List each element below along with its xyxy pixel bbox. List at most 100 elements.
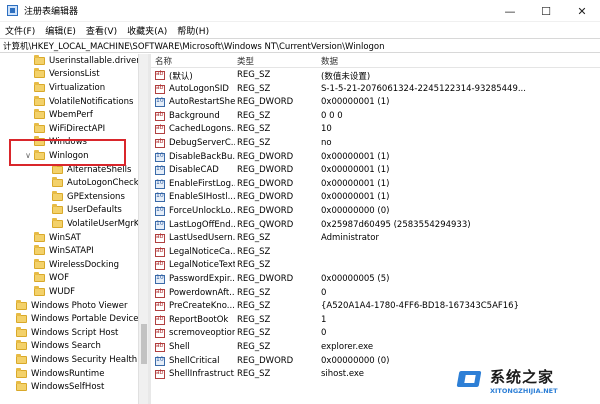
tree-item[interactable]: WinSATAPI <box>24 244 94 258</box>
column-type[interactable]: 类型 <box>237 55 254 67</box>
binary-value-icon <box>155 179 165 189</box>
tree-item-label: Windows Photo Viewer <box>31 300 128 311</box>
value-type: REG_SZ <box>237 369 271 380</box>
menu-file[interactable]: 文件(F) <box>0 24 40 37</box>
tree-item-label: WinSATAPI <box>49 246 94 257</box>
tree-item[interactable]: GPExtensions <box>42 190 125 204</box>
tree-item[interactable]: Windows Portable Devices <box>6 312 138 326</box>
folder-icon <box>16 326 27 337</box>
value-row[interactable]: DisableBackBu...REG_DWORD 0x00000001 (1) <box>151 151 600 165</box>
value-row[interactable]: DebugServerC...REG_SZ no <box>151 137 600 151</box>
value-row[interactable]: scremoveoptionREG_SZ 0 <box>151 327 600 341</box>
tree-item-label: WOF <box>49 273 69 284</box>
tree-item[interactable]: WbemPerf <box>24 108 93 122</box>
window-title: 注册表编辑器 <box>24 7 79 17</box>
minimize-button[interactable]: — <box>492 0 528 22</box>
value-name: DebugServerC... <box>169 138 235 148</box>
tree-item[interactable]: WiFiDirectAPI <box>24 122 105 136</box>
value-row[interactable]: AutoRestartShellREG_DWORD 0x00000001 (1) <box>151 96 600 110</box>
tree-item[interactable]: Userinstallable.driver <box>24 54 138 68</box>
value-row[interactable]: Background REG_SZ 0 0 0 <box>151 110 600 124</box>
value-name: (默认) <box>169 72 193 82</box>
value-row[interactable]: EnableFirstLog...REG_DWORD 0x00000001 (1) <box>151 178 600 192</box>
tree-item-label: AlternateShells <box>67 164 132 175</box>
value-row[interactable]: PasswordExpir...REG_DWORD 0x00000005 (5) <box>151 273 600 287</box>
value-row[interactable]: (默认) REG_SZ (数值未设置) <box>151 69 600 83</box>
menu-help[interactable]: 帮助(H) <box>172 24 214 37</box>
tree-item[interactable]: WinSAT <box>24 231 81 245</box>
scrollbar-thumb[interactable] <box>141 324 147 364</box>
value-row[interactable]: LegalNoticeTextREG_SZ <box>151 259 600 273</box>
tree-item[interactable]: Windows Photo Viewer <box>6 299 128 313</box>
address-path: 计算机\HKEY_LOCAL_MACHINE\SOFTWARE\Microsof… <box>3 41 385 52</box>
column-name[interactable]: 名称 <box>155 55 172 67</box>
string-value-icon <box>155 369 165 380</box>
watermark: 系统之家 XITONGZHIJIA.NET <box>452 356 600 404</box>
values-list: 名称 类型 数据 (默认) REG_SZ (数值未设置) AutoLogonSID RE… <box>151 54 600 404</box>
tree-item-label: Windows Search <box>31 341 101 352</box>
value-row[interactable]: CachedLogons...REG_SZ 10 <box>151 123 600 137</box>
value-data: {A520A1A4-1780-4FF6-BD18-167343C5AF16} <box>321 301 519 312</box>
value-type: REG_SZ <box>237 342 271 352</box>
value-row[interactable]: ReportBootOk REG_SZ 1 <box>151 314 600 328</box>
value-row[interactable]: Shell REG_SZ explorer.exe <box>151 341 600 355</box>
tree-item[interactable]: WirelessDocking <box>24 258 119 272</box>
value-name: AutoLogonSID <box>169 83 229 94</box>
tree-item[interactable]: UserDefaults <box>42 204 122 218</box>
value-data: 0x00000001 (1) <box>321 151 390 162</box>
folder-icon <box>34 68 45 79</box>
value-row[interactable]: LastLogOffEnd...REG_QWORD 0x25987d60495 (… <box>151 219 600 233</box>
value-name: AutoRestartShell <box>169 97 235 108</box>
tree-item-label: Windows Portable Devices <box>31 314 138 325</box>
value-data: explorer.exe <box>321 342 374 352</box>
menu-view[interactable]: 查看(V) <box>81 24 122 37</box>
tree-item[interactable]: WindowsRuntime <box>6 367 104 381</box>
value-data: no <box>321 138 332 148</box>
value-name: DisableBackBu... <box>169 151 235 162</box>
value-type: REG_DWORD <box>237 355 294 366</box>
regedit-icon <box>7 5 18 16</box>
folder-icon <box>16 340 27 351</box>
close-button[interactable]: ✕ <box>564 0 600 22</box>
string-value-icon <box>155 233 165 244</box>
tree-item[interactable]: VolatileNotifications <box>24 95 133 109</box>
value-row[interactable]: AutoLogonSID REG_SZ S-1-5-21-2076061324-22… <box>151 83 600 97</box>
maximize-button[interactable]: ☐ <box>528 0 564 22</box>
folder-icon <box>52 177 63 188</box>
value-row[interactable]: EnableSIHostl...REG_DWORD 0x00000001 (1) <box>151 191 600 205</box>
value-data: (数值未设置) <box>321 72 371 82</box>
value-type: REG_SZ <box>237 246 271 257</box>
tree-item[interactable]: AutoLogonChecke <box>42 176 138 190</box>
tree-item[interactable]: VersionsList <box>24 68 100 82</box>
value-row[interactable]: DisableCAD REG_DWORD 0x00000001 (1) <box>151 164 600 178</box>
value-name: ForceUnlockLo... <box>169 206 235 216</box>
tree-item[interactable]: WOF <box>24 272 69 286</box>
value-row[interactable]: PreCreateKno...REG_SZ {A520A1A4-1780-4FF6… <box>151 300 600 314</box>
value-data: 0x25987d60495 (2583554294933) <box>321 219 471 230</box>
tree-item[interactable]: Windows Script Host <box>6 326 118 340</box>
column-data[interactable]: 数据 <box>321 55 338 67</box>
tree-item[interactable]: VolatileUserMgrK <box>42 217 138 231</box>
string-value-icon <box>155 138 165 148</box>
folder-icon <box>16 353 27 364</box>
value-data: 0x00000005 (5) <box>321 274 390 284</box>
binary-value-icon <box>155 165 165 176</box>
tree-item[interactable]: Windows Search <box>6 340 101 354</box>
menu-edit[interactable]: 编辑(E) <box>40 24 81 37</box>
tree-item[interactable]: WUDF <box>24 285 75 299</box>
tree-scrollbar[interactable] <box>138 54 148 404</box>
address-bar[interactable]: 计算机\HKEY_LOCAL_MACHINE\SOFTWARE\Microsof… <box>0 38 600 53</box>
menu-favorites[interactable]: 收藏夹(A) <box>122 24 172 37</box>
tree-item-label: WindowsRuntime <box>31 368 105 379</box>
value-name: Background <box>169 110 220 121</box>
value-type: REG_SZ <box>237 301 271 312</box>
tree-item[interactable]: Virtualization <box>24 81 105 95</box>
value-row[interactable]: LegalNoticeCa...REG_SZ <box>151 246 600 260</box>
folder-icon <box>34 54 45 65</box>
tree-item[interactable]: Windows Security Health <box>6 353 137 367</box>
value-row[interactable]: LastUsedUsern...REG_SZ Administrator <box>151 232 600 246</box>
value-row[interactable]: ForceUnlockLo...REG_DWORD 0x00000000 (0) <box>151 205 600 219</box>
value-name: LegalNoticeCa... <box>169 246 235 257</box>
value-row[interactable]: PowerdownAft...REG_SZ 0 <box>151 287 600 301</box>
tree-item[interactable]: WindowsSelfHost <box>6 380 104 394</box>
